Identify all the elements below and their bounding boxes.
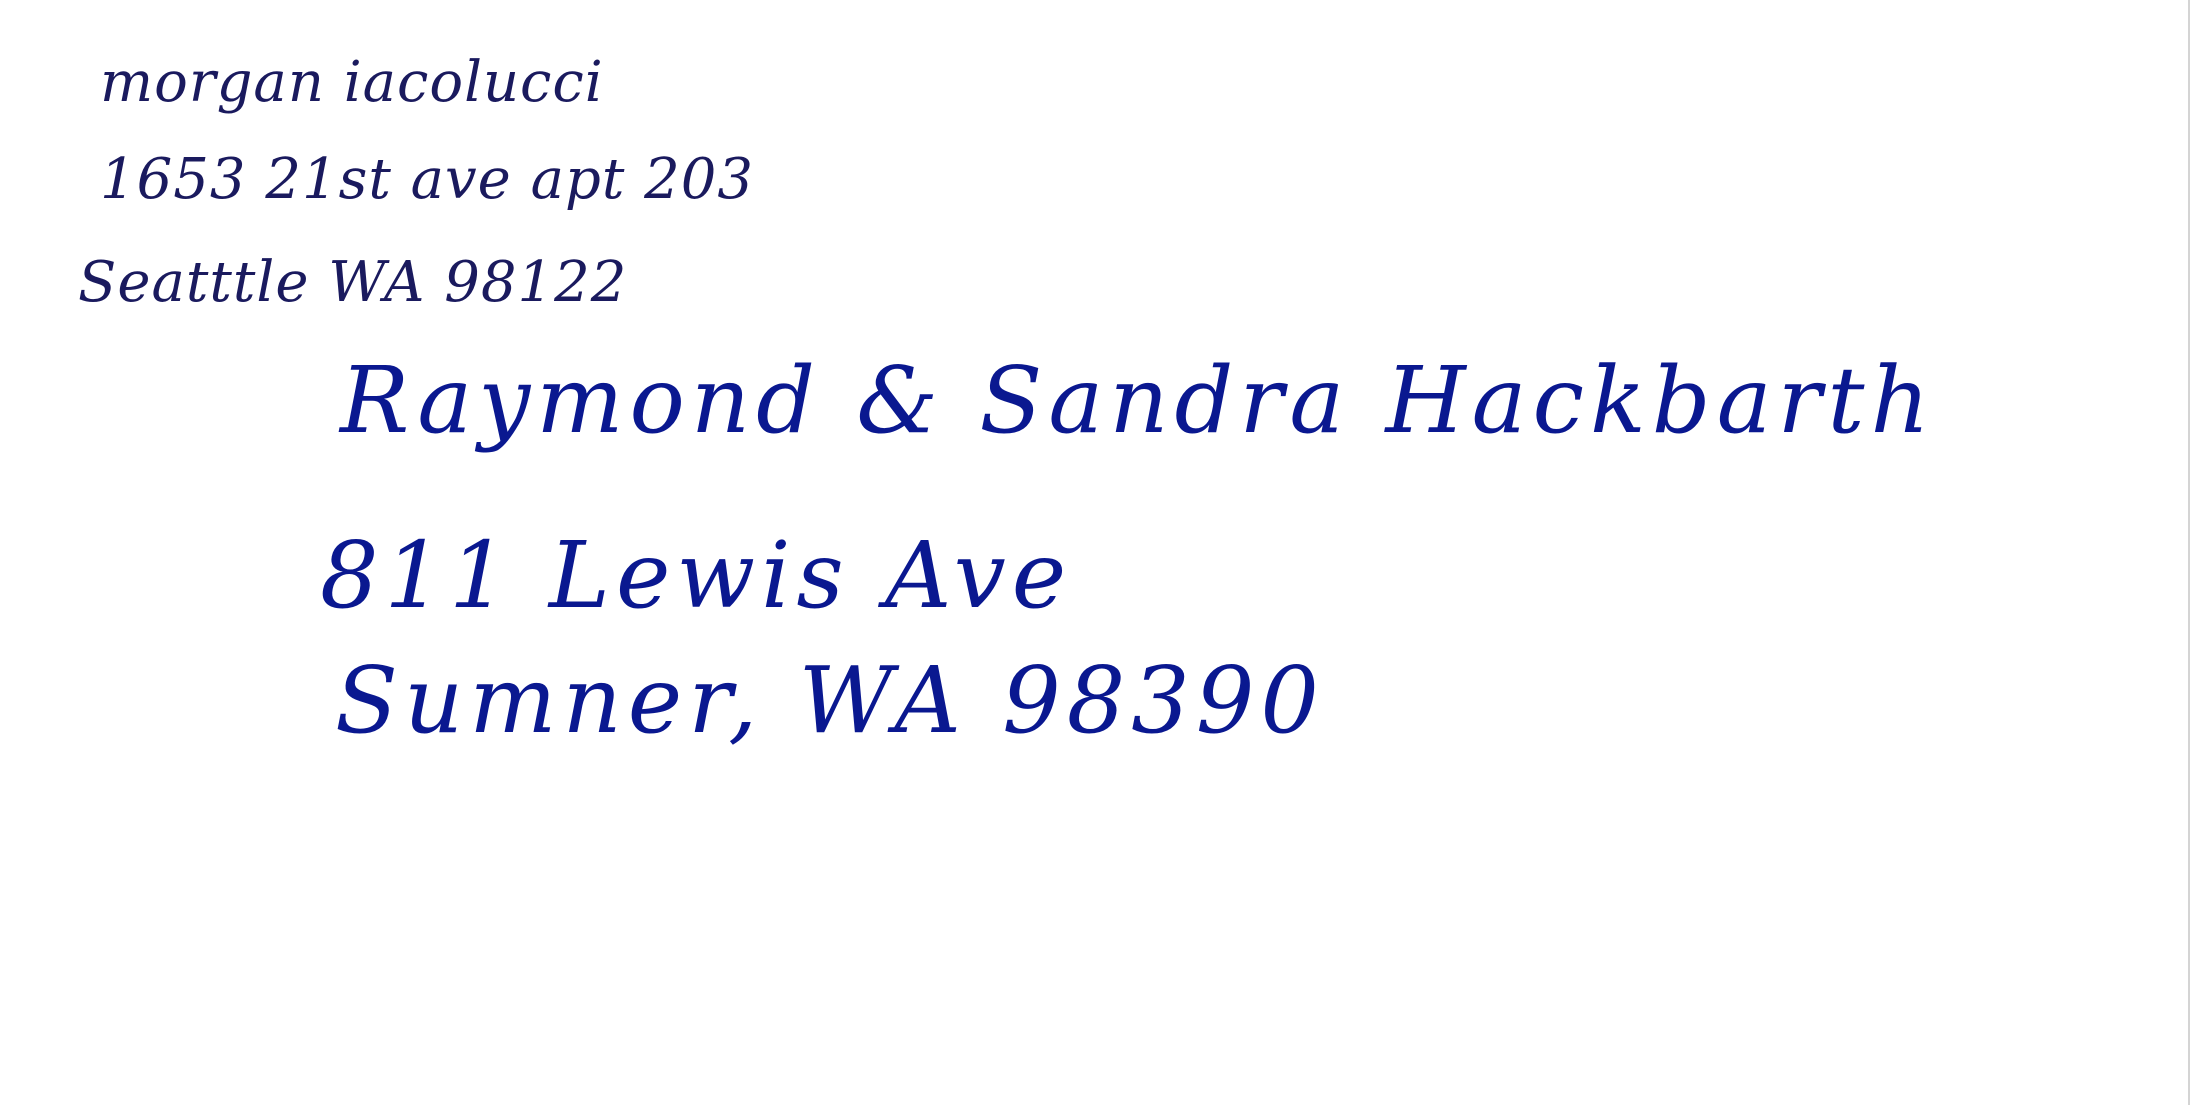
recipient-street: 811 Lewis Ave [320, 522, 1073, 629]
return-street: 1653 21st ave apt 203 [100, 147, 755, 212]
return-name: morgan iacolucci [100, 50, 604, 115]
recipient-name: Raymond & Sandra Hackbarth [340, 347, 1936, 454]
return-city-line: Seatttle WA 98122 [78, 250, 628, 315]
envelope-edge [2188, 0, 2190, 1105]
envelope: morgan iacolucci 1653 21st ave apt 203 S… [0, 0, 2209, 1105]
recipient-city-line: Sumner, WA 98390 [335, 647, 1325, 754]
